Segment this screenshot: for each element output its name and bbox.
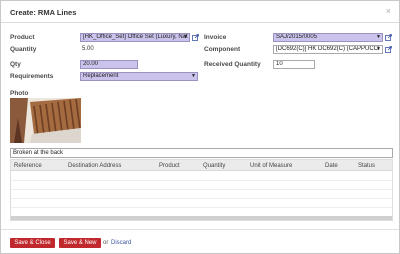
save-new-button[interactable]: Save & New (59, 238, 101, 248)
close-icon[interactable]: × (386, 6, 391, 16)
column-header-unit-of-measure[interactable]: Unit of Measure (250, 163, 292, 169)
received-quantity-label: Received Quantity (204, 61, 261, 68)
invoice-select-value: SAJ/2015/0005 (276, 34, 318, 40)
product-photo[interactable] (10, 98, 81, 143)
column-header-quantity[interactable]: Quantity (203, 163, 225, 169)
received-quantity-input[interactable]: 10 (273, 60, 315, 69)
qty-input[interactable]: 20.00 (80, 60, 138, 69)
save-close-button[interactable]: Save & Close (10, 238, 55, 248)
column-header-reference[interactable]: Reference (14, 163, 42, 169)
component-label: Component (204, 46, 241, 53)
lines-table: Reference Destination Address Product Qu… (10, 159, 393, 221)
requirements-label: Requirements (10, 73, 54, 80)
quantity-label: Quantity (10, 46, 37, 53)
rma-lines-dialog: Create: RMA Lines × Product [HK_Office_S… (0, 0, 400, 254)
photo-label: Photo (10, 90, 29, 97)
dropdown-arrow-icon: ▼ (183, 34, 188, 40)
product-select-value: [HK_Office_Set] Office Set (Luxury, Nat (83, 34, 188, 40)
table-row (11, 180, 392, 181)
table-header: Reference Destination Address Product Qu… (11, 160, 392, 171)
external-link-icon[interactable] (385, 34, 392, 41)
discard-link[interactable]: Discard (111, 240, 131, 246)
dialog-titlebar: Create: RMA Lines × (1, 1, 399, 23)
dialog-title: Create: RMA Lines (10, 8, 77, 17)
table-row (11, 189, 392, 190)
column-header-date[interactable]: Date (325, 163, 338, 169)
dropdown-arrow-icon: ▼ (191, 73, 196, 79)
requirements-select[interactable]: Replacement ▼ (80, 72, 198, 81)
table-row (11, 198, 392, 199)
dropdown-arrow-icon: ▼ (376, 34, 381, 40)
description-input[interactable]: Broken at the back (10, 148, 393, 158)
qty-label: Qty (10, 61, 21, 68)
external-link-icon[interactable] (192, 34, 199, 41)
column-header-destination-address[interactable]: Destination Address (68, 163, 121, 169)
horizontal-scrollbar[interactable] (11, 216, 392, 220)
column-header-status[interactable]: Status (358, 163, 375, 169)
component-select[interactable]: [DC692(C)] HK DC692(C) (CAPPUCCI ▼ (273, 45, 383, 54)
dropdown-arrow-icon: ▼ (376, 46, 381, 52)
column-header-product[interactable]: Product (159, 163, 180, 169)
external-link-icon[interactable] (385, 46, 392, 53)
quantity-value: 5.00 (82, 46, 94, 52)
product-label: Product (10, 34, 35, 41)
footer-divider (1, 229, 399, 230)
component-select-value: [DC692(C)] HK DC692(C) (CAPPUCCI (276, 46, 380, 52)
invoice-select[interactable]: SAJ/2015/0005 ▼ (273, 33, 383, 42)
requirements-select-value: Replacement (83, 73, 119, 79)
product-select[interactable]: [HK_Office_Set] Office Set (Luxury, Nat … (80, 33, 190, 42)
table-row (11, 207, 392, 208)
invoice-label: Invoice (204, 34, 227, 41)
or-text: or (103, 240, 109, 246)
